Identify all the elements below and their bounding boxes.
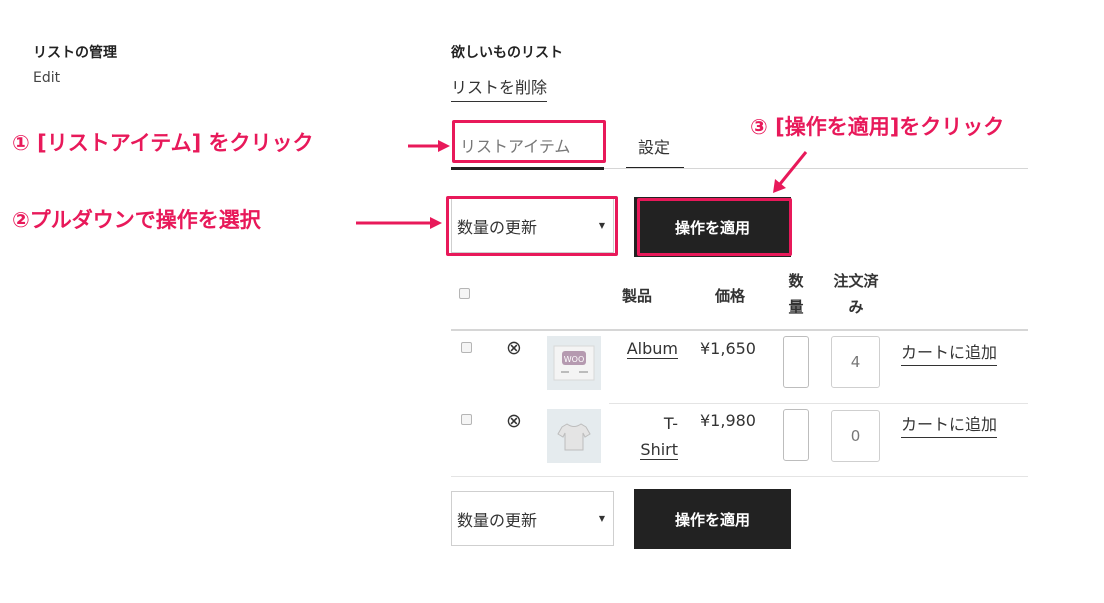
annotation-arrows <box>356 140 808 229</box>
arrow-step2-icon <box>356 217 442 229</box>
arrow-step1-icon <box>408 140 450 152</box>
arrow-step3-icon <box>773 151 808 193</box>
